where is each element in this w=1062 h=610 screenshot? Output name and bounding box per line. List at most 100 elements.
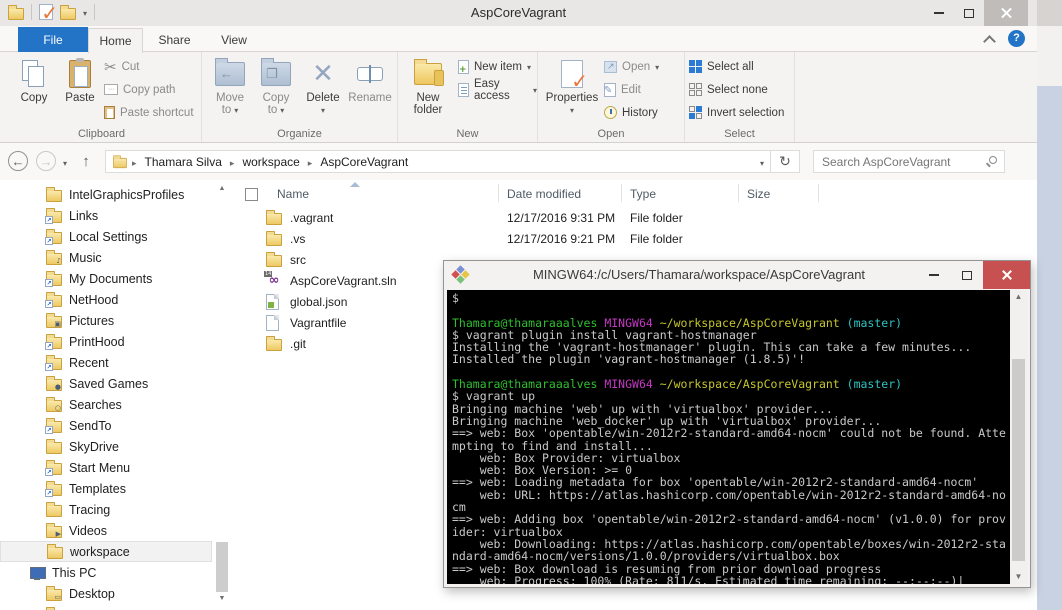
sidebar-item-skydrive[interactable]: SkyDrive (0, 436, 212, 457)
sidebar-item-label: My Documents (69, 271, 153, 286)
sidebar-item-intelgraphicsprofiles[interactable]: IntelGraphicsProfiles (0, 184, 212, 205)
copy-path-icon: ⋯ (104, 84, 118, 95)
file-row[interactable]: .vagrant 12/17/2016 9:31 PM File folder (240, 208, 1037, 229)
this-pc-icon (29, 567, 46, 580)
select-none-button[interactable]: Select none (689, 79, 768, 100)
cut-button[interactable]: ✂ Cut (104, 56, 139, 77)
sidebar-item-recent[interactable]: ↗ Recent (0, 352, 212, 373)
sidebar-item-nethood[interactable]: ↗ NetHood (0, 289, 212, 310)
sidebar-item-printhood[interactable]: ↗ PrintHood (0, 331, 212, 352)
column-header-size[interactable]: Size (747, 187, 770, 201)
close-button[interactable] (984, 0, 1028, 26)
paste-shortcut-button[interactable]: Paste shortcut (104, 102, 194, 123)
delete-button[interactable]: ✕ Delete (300, 56, 346, 116)
properties-button[interactable]: Properties (544, 56, 600, 116)
folder-icon: ● (46, 376, 62, 391)
sidebar-item-music[interactable]: ♪ Music (0, 247, 212, 268)
back-button[interactable]: ← (8, 151, 28, 171)
column-headers: Name Date modified Type Size (240, 182, 1037, 206)
help-icon[interactable] (1008, 30, 1025, 47)
paste-button[interactable]: Paste (58, 56, 102, 104)
sidebar-item-documents[interactable]: ≡Documents (0, 604, 212, 610)
scrollbar-thumb[interactable] (216, 542, 228, 592)
up-button[interactable]: ↑ (76, 151, 96, 171)
rename-button[interactable]: Rename (346, 56, 394, 104)
invert-selection-button[interactable]: Invert selection (689, 102, 784, 123)
history-button[interactable]: History (604, 102, 658, 123)
sidebar-item-local-settings[interactable]: ↗ Local Settings (0, 226, 212, 247)
dropdown-caret-icon (544, 104, 600, 116)
terminal-minimize-button[interactable] (917, 261, 950, 289)
sidebar-item-label: Links (69, 208, 99, 223)
shortcut-arrow-icon: ↗ (45, 489, 53, 497)
scroll-down-icon[interactable]: ▼ (215, 592, 229, 606)
terminal-output[interactable]: $ Thamara@thamaraaalves MINGW64 ~/worksp… (447, 290, 1013, 584)
new-item-button[interactable]: New item (458, 56, 531, 77)
ribbon-group-organize: ← Move to ❐ Copy to ✕ Delete Rename Orga… (202, 52, 398, 142)
address-bar[interactable]: Thamara Silva workspace AspCoreVagrant (105, 150, 771, 173)
search-icon[interactable] (989, 156, 997, 164)
select-all-button[interactable]: Select all (689, 56, 754, 77)
recent-locations-dropdown-icon[interactable] (58, 151, 72, 171)
folder-icon (47, 544, 63, 559)
folder-icon: ▶ (46, 523, 62, 538)
maximize-button[interactable] (954, 0, 984, 26)
breadcrumb-segment[interactable]: AspCoreVagrant (316, 155, 412, 169)
breadcrumb-segment[interactable]: workspace (238, 155, 303, 169)
tab-share[interactable]: Share (143, 28, 206, 52)
sidebar-item-templates[interactable]: ↗ Templates (0, 478, 212, 499)
scroll-up-icon[interactable]: ▲ (215, 182, 229, 196)
forward-button[interactable]: → (36, 151, 56, 171)
refresh-button[interactable]: ↻ (771, 150, 800, 173)
terminal-maximize-button[interactable] (950, 261, 983, 289)
terminal-close-button[interactable] (983, 261, 1030, 289)
scrollbar-thumb[interactable] (1012, 359, 1025, 561)
copy-to-button[interactable]: ❐ Copy to (254, 56, 298, 116)
sidebar-item-tracing[interactable]: Tracing (0, 499, 212, 520)
copy-path-button[interactable]: ⋯ Copy path (104, 79, 175, 100)
sidebar-item-desktop[interactable]: ▭ Desktop (0, 583, 212, 604)
sidebar-item-this-pc[interactable]: This PC (0, 562, 212, 583)
sidebar-item-saved-games[interactable]: ● Saved Games (0, 373, 212, 394)
folder-icon (266, 231, 282, 246)
sidebar-item-workspace[interactable]: workspace (0, 541, 212, 562)
sidebar-item-start-menu[interactable]: ↗ Start Menu (0, 457, 212, 478)
dropdown-caret-icon (527, 61, 531, 73)
edit-button[interactable]: Edit (604, 79, 641, 100)
select-all-checkbox[interactable] (245, 188, 258, 201)
minimize-icon (928, 274, 939, 276)
ribbon-tab-bar: File Home Share View (0, 26, 1037, 53)
column-header-name[interactable]: Name (277, 187, 309, 201)
search-box (813, 150, 1005, 173)
scroll-up-icon[interactable]: ▲ (1010, 290, 1027, 304)
rename-icon (357, 65, 383, 83)
address-dropdown-icon[interactable] (760, 155, 764, 169)
sidebar-item-searches[interactable]: ○ Searches (0, 394, 212, 415)
column-header-date[interactable]: Date modified (507, 187, 581, 201)
sidebar-item-videos[interactable]: ▶ Videos (0, 520, 212, 541)
sidebar-item-my-documents[interactable]: ↗ My Documents (0, 268, 212, 289)
copy-button[interactable]: Copy (12, 56, 56, 104)
sidebar-scrollbar[interactable]: ▲ ▼ (215, 182, 229, 606)
sidebar-item-pictures[interactable]: ▣ Pictures (0, 310, 212, 331)
collapse-ribbon-icon[interactable] (985, 34, 994, 43)
breadcrumb-segment[interactable]: Thamara Silva (141, 155, 226, 169)
ribbon-group-open: Properties Open Edit History Open (538, 52, 685, 142)
sidebar-item-links[interactable]: ↗ Links (0, 205, 212, 226)
tab-home[interactable]: Home (88, 28, 143, 53)
open-button[interactable]: Open (604, 56, 659, 77)
file-row[interactable]: .vs 12/17/2016 9:21 PM File folder (240, 229, 1037, 250)
sidebar-item-sendto[interactable]: ↗ SendTo (0, 415, 212, 436)
easy-access-button[interactable]: Easy access (458, 78, 537, 102)
folder-icon: ▣ (46, 313, 62, 328)
new-folder-button[interactable]: New folder (402, 56, 454, 116)
easy-access-icon (458, 82, 469, 97)
tab-file[interactable]: File (18, 27, 88, 52)
search-input[interactable] (822, 152, 982, 171)
tab-view[interactable]: View (206, 28, 262, 52)
move-to-button[interactable]: ← Move to (208, 56, 252, 116)
scroll-down-icon[interactable]: ▼ (1010, 570, 1027, 584)
terminal-scrollbar[interactable]: ▲ ▼ (1010, 290, 1027, 584)
minimize-button[interactable] (924, 0, 954, 26)
column-header-type[interactable]: Type (630, 187, 656, 201)
